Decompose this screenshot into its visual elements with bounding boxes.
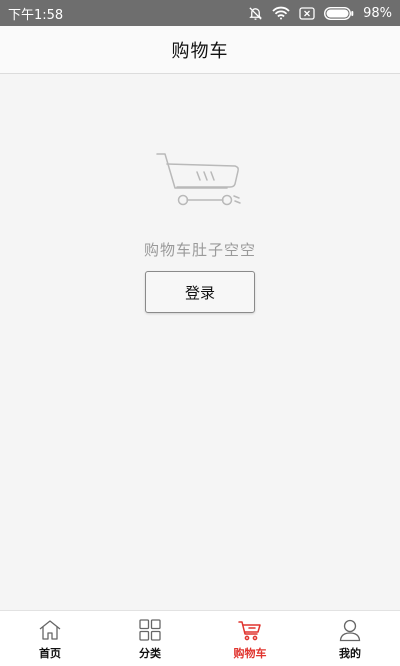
tab-cart[interactable]: 购物车	[200, 611, 300, 666]
tab-mine-label: 我的	[339, 647, 361, 660]
status-icons: 98%	[248, 6, 392, 21]
tab-category[interactable]: 分类	[100, 611, 200, 666]
page-title: 购物车	[171, 40, 229, 62]
bell-off-icon	[248, 6, 263, 21]
tab-cart-label: 购物车	[233, 647, 267, 660]
bottom-tab-bar: 首页 分类 购物车 我的	[0, 610, 400, 666]
tab-category-label: 分类	[139, 647, 161, 660]
no-sim-icon	[299, 6, 315, 20]
grid-icon	[138, 618, 162, 642]
empty-cart-message: 购物车肚子空空	[143, 241, 256, 259]
tab-home-label: 首页	[39, 647, 61, 660]
battery-percent: 98%	[363, 5, 392, 21]
cart-icon	[238, 618, 262, 642]
wifi-icon	[272, 6, 290, 20]
status-time: 下午1:58	[8, 7, 64, 23]
home-icon	[38, 618, 62, 642]
tab-home[interactable]: 首页	[0, 611, 100, 666]
empty-cart-state: 购物车肚子空空 登录	[0, 150, 400, 313]
status-bar: 下午1:58 98%	[0, 0, 400, 26]
page-header: 购物车	[0, 26, 400, 74]
login-button[interactable]: 登录	[145, 271, 255, 313]
battery-icon	[324, 6, 354, 20]
tab-mine[interactable]: 我的	[300, 611, 400, 666]
empty-cart-illustration	[156, 153, 241, 206]
user-icon	[338, 618, 362, 642]
